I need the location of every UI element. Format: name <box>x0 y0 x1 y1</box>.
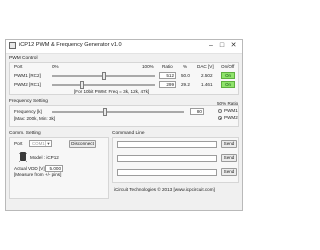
pwm2-slider-thumb[interactable] <box>80 81 85 89</box>
chip-icon <box>19 152 27 162</box>
app-icon <box>9 42 16 49</box>
header-ratio: Ratio <box>162 64 173 69</box>
pwm-note: [For 10bit PWM: Freq = 3k, 12k, 47k] <box>74 89 150 94</box>
comm-panel: Port COM1 ▼ Disconnect Model : iCP12 Act… <box>9 137 109 199</box>
minimize-button[interactable]: – <box>206 41 216 50</box>
com-port-value: COM1 <box>32 141 45 146</box>
app-window: iCP12 PWM & Frequency Generator v1.0 – □… <box>5 39 243 211</box>
header-onoff: On/Off <box>221 64 235 69</box>
command-input-2[interactable] <box>117 155 217 162</box>
command-input-1[interactable] <box>117 141 217 148</box>
footer-credit: iCircuit Technologies © 2013 [www.icpcir… <box>114 187 215 192</box>
ratio-label: 50% Ratio <box>217 101 239 106</box>
comm-setting-label: Comm. Setting <box>9 131 41 136</box>
pwm2-slider-track[interactable] <box>52 84 155 86</box>
pwm1-radio-label: PWM1 <box>224 108 238 113</box>
model-label: Model : iCP12 <box>30 155 59 160</box>
vdd-value[interactable]: 5.000 <box>45 165 63 172</box>
header-dac: DAC [V] <box>197 64 214 69</box>
pwm-control-panel: Port 0% 100% Ratio % DAC [V] On/Off PWM1… <box>9 62 239 95</box>
pwm1-percent-value: 50.0 <box>181 73 190 78</box>
frequency-slider-thumb[interactable] <box>102 108 107 116</box>
send-button-1[interactable]: Send <box>221 140 237 148</box>
send-button-2[interactable]: Send <box>221 154 237 162</box>
pwm2-label: PWM2 [RC1] <box>14 82 41 87</box>
window-title: iCP12 PWM & Frequency Generator v1.0 <box>19 42 122 48</box>
header-port: Port <box>14 64 23 69</box>
header-hundred: 100% <box>142 64 154 69</box>
pwm2-radio[interactable] <box>218 116 222 120</box>
frequency-range: [Max: 200k, Min: 3k] <box>14 116 56 121</box>
pwm2-dac-value: 1.461 <box>201 82 213 87</box>
frequency-label: Frequency [k] <box>14 109 42 114</box>
maximize-button[interactable]: □ <box>217 41 227 50</box>
header-zero: 0% <box>52 64 59 69</box>
chevron-down-icon: ▼ <box>45 141 51 146</box>
pwm2-percent-value: 29.2 <box>181 82 190 87</box>
pwm2-radio-label: PWM2 <box>224 115 238 120</box>
title-bar: iCP12 PWM & Frequency Generator v1.0 – □… <box>6 40 242 54</box>
command-line-label: Command Line <box>112 131 145 136</box>
frequency-panel: Frequency [k] [Max: 200k, Min: 3k] 80 50… <box>9 101 239 127</box>
pwm1-radio[interactable] <box>218 109 222 113</box>
pwm2-on-button[interactable]: On <box>221 81 235 88</box>
pwm-control-label: PWM Control <box>9 56 38 61</box>
header-percent: % <box>183 64 188 69</box>
frequency-slider-track[interactable] <box>52 111 184 113</box>
command-input-3[interactable] <box>117 169 217 176</box>
send-button-3[interactable]: Send <box>221 168 237 176</box>
pwm2-ratio-value[interactable]: 299 <box>159 81 176 88</box>
comm-port-label: Port <box>14 141 23 146</box>
pwm1-dac-value: 2.502 <box>201 73 213 78</box>
frequency-setting-label: Frequency Setting <box>9 99 48 104</box>
vdd-label: Actual VDD [V] : <box>14 166 48 171</box>
pwm1-label: PWM1 [RC2] <box>14 73 41 78</box>
close-button[interactable]: ✕ <box>227 41 240 50</box>
disconnect-button[interactable]: Disconnect <box>69 140 96 148</box>
com-port-select[interactable]: COM1 ▼ <box>29 140 52 147</box>
pwm1-ratio-value[interactable]: 512 <box>159 72 176 79</box>
frequency-value[interactable]: 80 <box>190 108 204 115</box>
pwm1-slider-thumb[interactable] <box>101 72 106 80</box>
vdd-note: [Measure from +/- pins] <box>14 172 62 177</box>
command-panel: Send Send Send <box>112 137 239 183</box>
pwm1-on-button[interactable]: On <box>221 72 235 79</box>
